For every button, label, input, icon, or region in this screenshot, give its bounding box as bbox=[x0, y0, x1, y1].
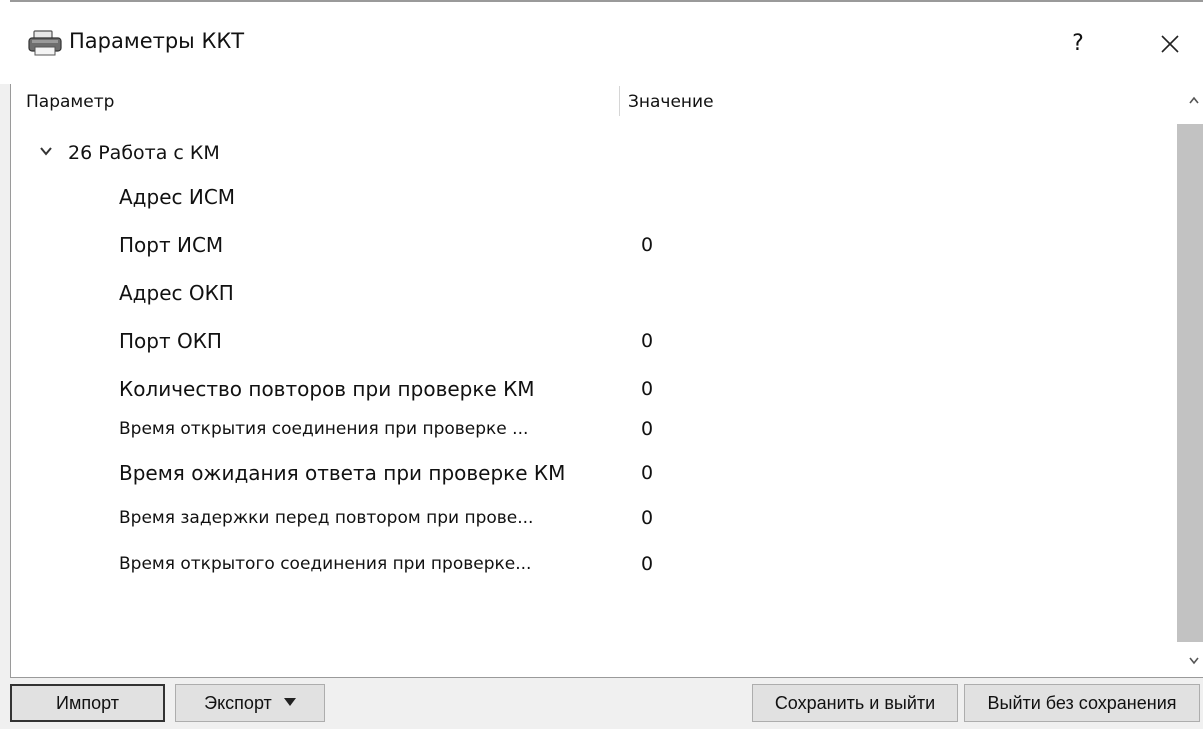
save-and-exit-button[interactable]: Сохранить и выйти bbox=[752, 684, 958, 722]
parameters-table: Параметр Значение 26 Работа с КМ Адрес И… bbox=[10, 84, 1203, 678]
param-value[interactable]: 0 bbox=[641, 317, 653, 365]
param-name: Время открытого соединения при проверке.… bbox=[119, 554, 532, 574]
param-name: Время задержки перед повтором при прове.… bbox=[119, 508, 534, 528]
vertical-scrollbar[interactable] bbox=[1169, 84, 1203, 677]
export-button[interactable]: Экспорт bbox=[175, 684, 325, 722]
window-title: Параметры ККТ bbox=[69, 29, 245, 53]
group-label: 26 Работа с КМ bbox=[68, 142, 220, 164]
table-row[interactable]: Время ожидания ответа при проверке КМ 0 bbox=[11, 449, 1171, 497]
column-separator[interactable] bbox=[619, 86, 620, 116]
param-name: Адрес ИСМ bbox=[119, 185, 236, 209]
table-row[interactable]: Порт ОКП 0 bbox=[11, 317, 1171, 365]
table-row[interactable]: Время задержки перед повтором при прове.… bbox=[11, 494, 1171, 542]
table-row[interactable]: Время открытия соединения при проверке .… bbox=[11, 405, 1171, 453]
table-row[interactable]: Адрес ОКП bbox=[11, 269, 1171, 317]
column-header-parameter[interactable]: Параметр bbox=[26, 92, 114, 112]
param-value[interactable]: 0 bbox=[641, 405, 653, 453]
param-value[interactable]: 0 bbox=[641, 494, 653, 542]
export-button-label: Экспорт bbox=[204, 693, 272, 713]
dropdown-arrow-icon bbox=[283, 698, 296, 707]
title-bar: Параметры ККТ ? bbox=[0, 0, 1203, 84]
table-row[interactable]: Порт ИСМ 0 bbox=[11, 221, 1171, 269]
exit-without-saving-button[interactable]: Выйти без сохранения bbox=[964, 684, 1200, 722]
param-name: Порт ОКП bbox=[119, 329, 222, 353]
import-button[interactable]: Импорт bbox=[10, 684, 165, 722]
param-name: Время ожидания ответа при проверке КМ bbox=[119, 461, 566, 485]
param-value[interactable]: 0 bbox=[641, 221, 653, 269]
scrollbar-thumb[interactable] bbox=[1177, 124, 1203, 642]
chevron-up-icon[interactable] bbox=[1169, 84, 1203, 124]
chevron-down-icon[interactable] bbox=[39, 143, 53, 157]
param-value[interactable]: 0 bbox=[641, 449, 653, 497]
table-row[interactable]: Адрес ИСМ bbox=[11, 173, 1171, 221]
help-button[interactable]: ? bbox=[1058, 22, 1098, 66]
param-value[interactable]: 0 bbox=[641, 540, 653, 588]
title-bar-top-border bbox=[10, 0, 1203, 2]
param-name: Порт ИСМ bbox=[119, 233, 224, 257]
param-name: Адрес ОКП bbox=[119, 281, 234, 305]
chevron-down-icon[interactable] bbox=[1169, 642, 1203, 677]
table-header: Параметр Значение bbox=[11, 84, 1171, 122]
tree-group-row[interactable]: 26 Работа с КМ bbox=[11, 129, 1171, 177]
printer-icon bbox=[28, 30, 62, 56]
kkt-parameters-window: Параметры ККТ ? Параметр Значение 26 Раб… bbox=[0, 0, 1203, 729]
table-row[interactable]: Время открытого соединения при проверке.… bbox=[11, 540, 1171, 588]
param-name: Время открытия соединения при проверке .… bbox=[119, 419, 529, 439]
close-icon[interactable] bbox=[1150, 24, 1190, 64]
column-header-value[interactable]: Значение bbox=[628, 92, 714, 112]
